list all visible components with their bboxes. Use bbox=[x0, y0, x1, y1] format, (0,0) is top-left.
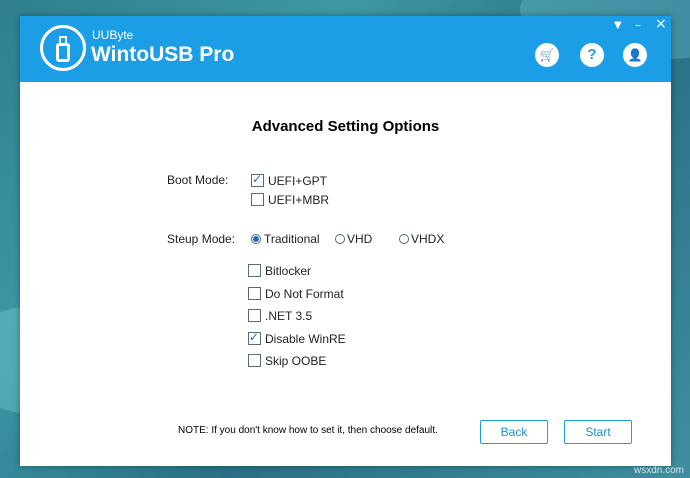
settings-panel: Advanced Setting Options Boot Mode: ✓ UE… bbox=[20, 82, 671, 466]
usb-icon bbox=[56, 43, 70, 62]
radio-vhd[interactable] bbox=[335, 234, 345, 244]
radio-vhd-label: VHD bbox=[347, 232, 373, 246]
radio-vhdx[interactable] bbox=[399, 234, 409, 244]
brand-product: WintoUSB Pro bbox=[91, 43, 235, 66]
option-do-not-format-label: Do Not Format bbox=[265, 287, 344, 301]
option-uefi-mbr-label: UEFI+MBR bbox=[268, 193, 330, 207]
checkbox-uefi-mbr[interactable] bbox=[251, 193, 264, 206]
user-icon: 👤 bbox=[627, 48, 643, 62]
page-title: Advanced Setting Options bbox=[251, 118, 440, 135]
help-icon: ? bbox=[587, 46, 597, 63]
option-dotnet35-label: .NET 3.5 bbox=[265, 309, 313, 323]
back-button[interactable]: Back bbox=[480, 420, 548, 444]
radio-traditional-label: Traditional bbox=[264, 232, 320, 246]
close-button[interactable]: × bbox=[655, 16, 667, 32]
brand-company: UUByte bbox=[92, 28, 134, 42]
option-uefi-gpt-label: UEFI+GPT bbox=[268, 174, 328, 188]
option-bitlocker-label: Bitlocker bbox=[265, 264, 312, 278]
checkbox-uefi-gpt[interactable]: ✓ bbox=[251, 172, 264, 187]
cart-button[interactable]: 🛒 bbox=[535, 43, 559, 67]
option-disable-winre-label: Disable WinRE bbox=[265, 332, 346, 346]
app-logo bbox=[40, 25, 86, 71]
title-bar: UUByte WintoUSB Pro ▼ – × 🛒 ? 👤 bbox=[20, 16, 671, 82]
checkbox-skip-oobe[interactable] bbox=[248, 354, 261, 367]
checkbox-disable-winre[interactable]: ✓ bbox=[248, 330, 261, 345]
start-button[interactable]: Start bbox=[564, 420, 632, 444]
check-icon: ✓ bbox=[252, 172, 263, 186]
radio-selected-dot bbox=[253, 236, 259, 242]
app-window: UUByte WintoUSB Pro ▼ – × 🛒 ? 👤 Advanced… bbox=[20, 16, 671, 466]
option-skip-oobe-label: Skip OOBE bbox=[265, 354, 327, 368]
checkbox-do-not-format[interactable] bbox=[248, 287, 261, 300]
watermark: wsxdn.com bbox=[633, 465, 684, 476]
note-text: NOTE: If you don't know how to set it, t… bbox=[178, 425, 438, 436]
radio-traditional[interactable] bbox=[251, 234, 261, 244]
boot-mode-label: Boot Mode: bbox=[167, 173, 229, 187]
menu-dropdown-icon[interactable]: ▼ bbox=[614, 20, 622, 31]
setup-mode-label: Steup Mode: bbox=[167, 232, 236, 246]
checkbox-dotnet35[interactable] bbox=[248, 309, 261, 322]
account-button[interactable]: 👤 bbox=[623, 43, 647, 67]
checkbox-bitlocker[interactable] bbox=[248, 264, 261, 277]
minimize-button[interactable]: – bbox=[635, 18, 641, 32]
cart-icon: 🛒 bbox=[539, 48, 555, 62]
check-icon: ✓ bbox=[249, 330, 260, 344]
help-button[interactable]: ? bbox=[580, 43, 604, 67]
radio-vhdx-label: VHDX bbox=[411, 232, 445, 246]
